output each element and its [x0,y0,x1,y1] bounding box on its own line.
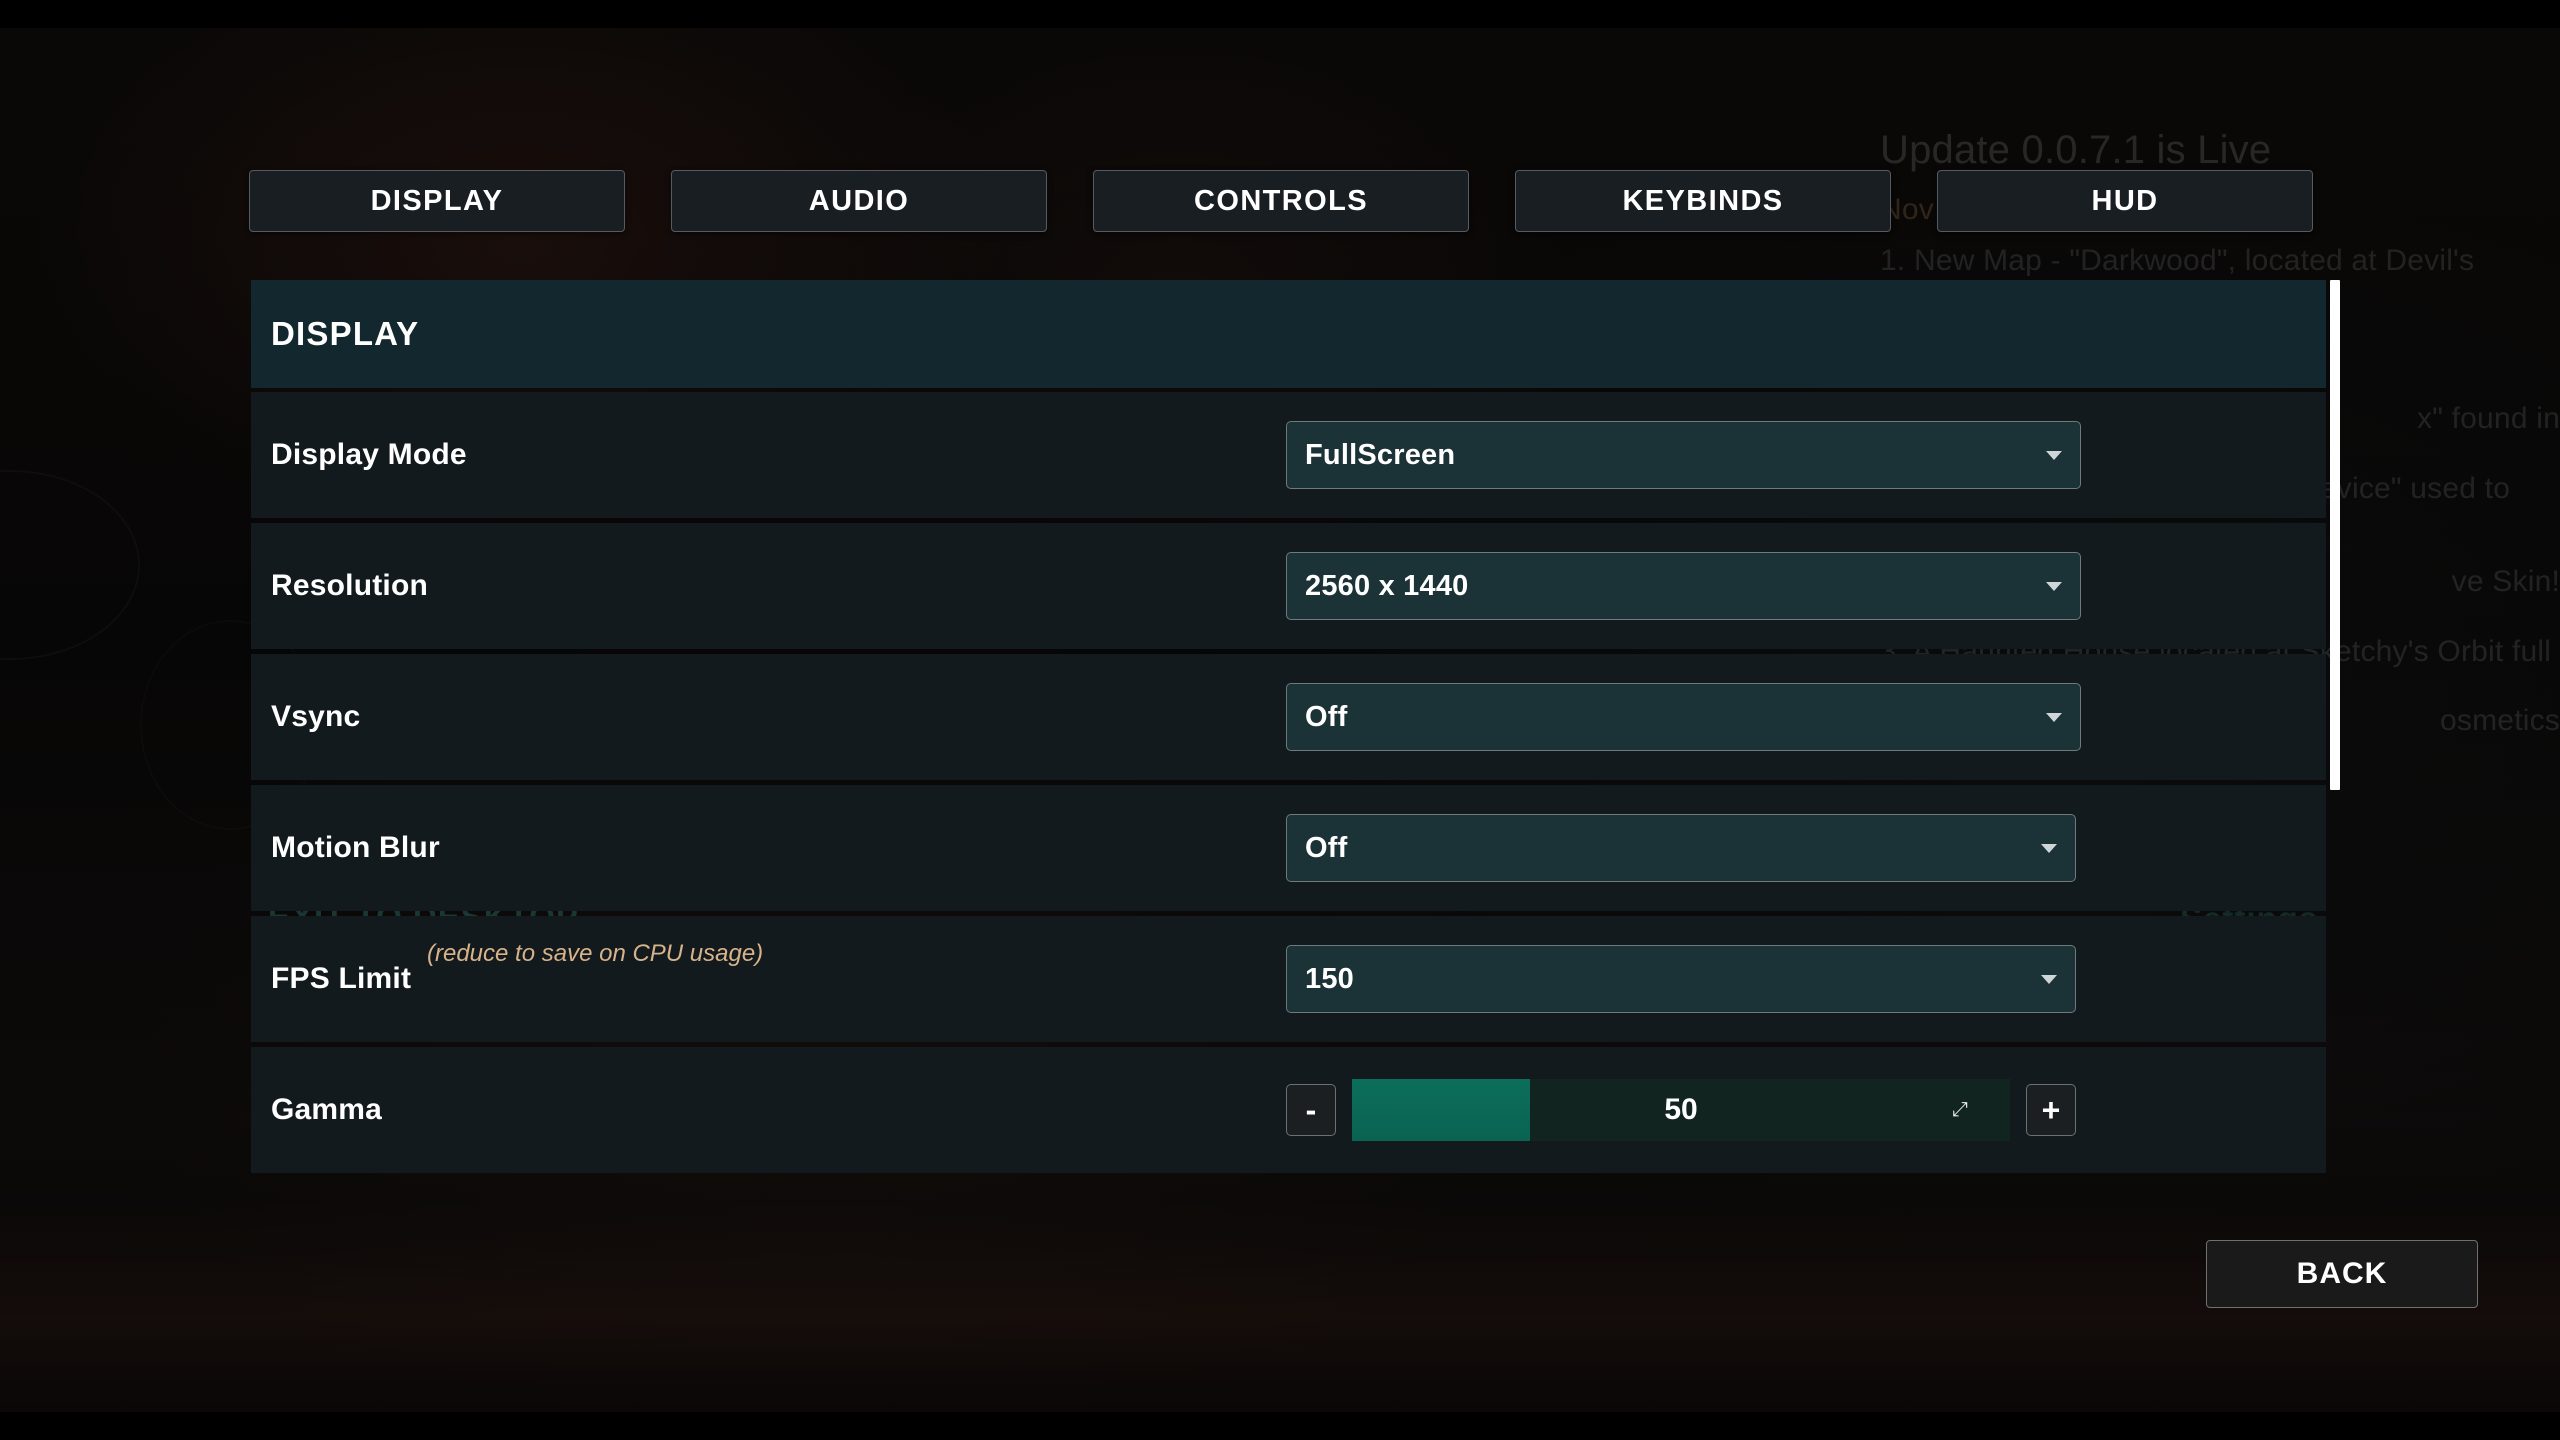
tab-keybinds[interactable]: KEYBINDS [1515,170,1891,232]
setting-row-motion-blur: Motion Blur Off [251,785,2326,911]
settings-scrollbar[interactable] [2328,172,2342,792]
patch-notes-line: 1. New Map - "Darkwood", located at Devi… [1880,244,2475,278]
letterbox-bottom [0,1412,2560,1440]
chevron-down-icon [2046,581,2062,591]
dropdown-value-resolution: 2560 x 1440 [1305,569,1469,602]
dropdown-value-motion-blur: Off [1305,831,1348,864]
back-button[interactable]: BACK [2206,1240,2478,1308]
dropdown-display-mode[interactable]: FullScreen [1286,421,2081,489]
tab-controls[interactable]: CONTROLS [1093,170,1469,232]
setting-label-motion-blur: Motion Blur [271,831,440,864]
setting-label-gamma: Gamma [271,1093,383,1126]
dropdown-motion-blur[interactable]: Off [1286,814,2076,882]
tab-hud[interactable]: HUD [1937,170,2313,232]
chevron-down-icon [2046,450,2062,460]
tab-audio[interactable]: AUDIO [671,170,1047,232]
setting-row-fps-limit: FPS Limit (reduce to save on CPU usage) … [251,916,2326,1042]
setting-label-display-mode: Display Mode [271,438,467,471]
setting-row-vsync: Vsync Off [251,654,2326,780]
dropdown-resolution[interactable]: 2560 x 1440 [1286,552,2081,620]
chevron-down-icon [2041,843,2057,853]
panel-title: DISPLAY [251,280,2326,388]
setting-row-display-mode: Display Mode FullScreen [251,392,2326,518]
letterbox-top [0,0,2560,28]
settings-tab-bar: DISPLAY AUDIO CONTROLS KEYBINDS HUD [249,170,2313,232]
setting-label-fps-limit: FPS Limit [271,962,412,995]
chevron-down-icon [2041,974,2057,984]
dropdown-value-display-mode: FullScreen [1305,438,1456,471]
setting-hint-fps-limit: (reduce to save on CPU usage) [427,940,764,967]
gamma-decrease-button[interactable]: - [1286,1084,1336,1136]
gamma-slider-track[interactable]: 50 ⤢ [1352,1079,2010,1141]
gamma-increase-button[interactable]: + [2026,1084,2076,1136]
setting-label-vsync: Vsync [271,700,361,733]
scrollbar-thumb[interactable] [2330,280,2340,790]
setting-row-resolution: Resolution 2560 x 1440 [251,523,2326,649]
gamma-slider-handle[interactable]: ⤢ [1952,1099,1968,1122]
gamma-slider-value: 50 [1664,1093,1698,1126]
gamma-slider-control: - 50 ⤢ + [1286,1079,2076,1141]
setting-row-gamma: Gamma - 50 ⤢ + [251,1047,2326,1173]
dropdown-value-fps-limit: 150 [1305,962,1354,995]
dropdown-fps-limit[interactable]: 150 [1286,945,2076,1013]
chevron-down-icon [2046,712,2062,722]
dropdown-value-vsync: Off [1305,700,1348,733]
background-decor-shape [0,470,140,660]
game-settings-screen: Update 0.0.7.1 is Live Nov 14 1. New Map… [0,0,2560,1440]
setting-label-resolution: Resolution [271,569,428,602]
tab-display[interactable]: DISPLAY [249,170,625,232]
display-settings-panel: DISPLAY Display Mode FullScreen Resoluti… [251,280,2326,1178]
dropdown-vsync[interactable]: Off [1286,683,2081,751]
